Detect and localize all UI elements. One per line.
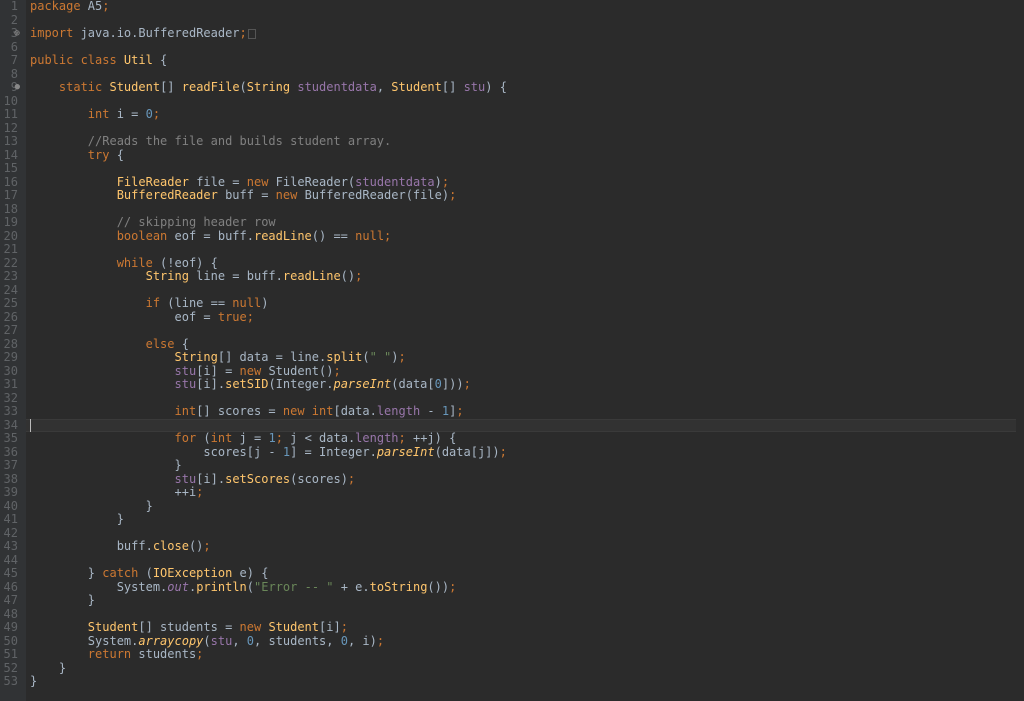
line-number: 28 xyxy=(4,338,18,352)
line-number: 17 xyxy=(4,189,18,203)
line-number: 15 xyxy=(4,162,18,176)
line-number: 42 xyxy=(4,527,18,541)
line-number: 34 xyxy=(4,419,18,433)
line-number: 31 xyxy=(4,378,18,392)
line-number: 41 xyxy=(4,513,18,527)
line-number: 21 xyxy=(4,243,18,257)
line-number: 6 xyxy=(4,41,18,55)
line-number: 35 xyxy=(4,432,18,446)
line-number: 3⊕ xyxy=(4,27,18,41)
line-number: 43 xyxy=(4,540,18,554)
line-number: 33 xyxy=(4,405,18,419)
line-number: 52 xyxy=(4,662,18,676)
code-editor[interactable]: 123⊕6789●1011121314151617181920212223242… xyxy=(0,0,1024,701)
line-number: 10 xyxy=(4,95,18,109)
line-number: 49 xyxy=(4,621,18,635)
line-number: 36 xyxy=(4,446,18,460)
line-number: 11 xyxy=(4,108,18,122)
line-number: 39 xyxy=(4,486,18,500)
line-number: 22 xyxy=(4,257,18,271)
text-cursor xyxy=(30,419,31,432)
line-number: 51 xyxy=(4,648,18,662)
line-number: 24 xyxy=(4,284,18,298)
fold-expand-icon[interactable]: ⊕ xyxy=(14,27,20,41)
line-number: 44 xyxy=(4,554,18,568)
line-number: 32 xyxy=(4,392,18,406)
folded-code-icon[interactable] xyxy=(248,29,256,39)
line-number: 45 xyxy=(4,567,18,581)
line-number: 27 xyxy=(4,324,18,338)
line-number: 16 xyxy=(4,176,18,190)
line-number: 37 xyxy=(4,459,18,473)
line-number: 2 xyxy=(4,14,18,28)
line-number: 7 xyxy=(4,54,18,68)
line-number: 12 xyxy=(4,122,18,136)
line-number: 40 xyxy=(4,500,18,514)
line-number-gutter: 123⊕6789●1011121314151617181920212223242… xyxy=(0,0,26,701)
line-number: 23 xyxy=(4,270,18,284)
gutter-mark-icon: ● xyxy=(15,81,20,95)
line-number: 14 xyxy=(4,149,18,163)
line-number: 48 xyxy=(4,608,18,622)
line-number: 8 xyxy=(4,68,18,82)
line-number: 50 xyxy=(4,635,18,649)
line-number: 46 xyxy=(4,581,18,595)
line-number: 20 xyxy=(4,230,18,244)
line-number: 29 xyxy=(4,351,18,365)
line-number: 47 xyxy=(4,594,18,608)
line-number: 53 xyxy=(4,675,18,689)
line-number: 25 xyxy=(4,297,18,311)
line-number: 13 xyxy=(4,135,18,149)
code-content[interactable]: package A5; import java.io.BufferedReade… xyxy=(30,0,1024,689)
line-number: 26 xyxy=(4,311,18,325)
code-area[interactable]: package A5; import java.io.BufferedReade… xyxy=(26,0,1024,701)
line-number: 9● xyxy=(4,81,18,95)
line-number: 38 xyxy=(4,473,18,487)
line-number: 30 xyxy=(4,365,18,379)
line-number: 1 xyxy=(4,0,18,14)
line-number: 19 xyxy=(4,216,18,230)
line-number: 18 xyxy=(4,203,18,217)
